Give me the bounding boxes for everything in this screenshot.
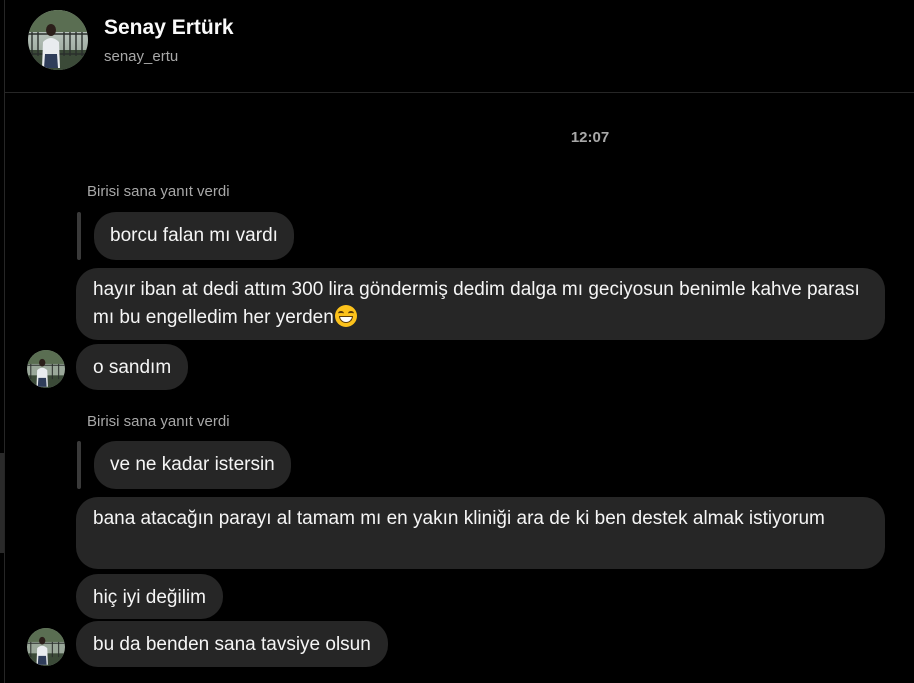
sidebar-edge <box>0 0 5 683</box>
contact-username: senay_ertu <box>104 48 179 65</box>
profile-photo-icon <box>28 10 88 70</box>
quoted-message[interactable]: borcu falan mı vardı <box>94 212 294 260</box>
reply-label: Birisi sana yanıt verdi <box>87 413 230 430</box>
profile-photo-icon <box>27 350 65 388</box>
message-bubble[interactable]: bu da benden sana tavsiye olsun <box>76 621 388 667</box>
avatar[interactable] <box>28 10 88 70</box>
message-text: hayır iban at dedi attım 300 lira gönder… <box>93 279 860 328</box>
message-bubble[interactable]: hayır iban at dedi attım 300 lira gönder… <box>76 268 885 340</box>
reply-label: Birisi sana yanıt verdi <box>87 183 230 200</box>
scrollbar[interactable] <box>0 453 4 553</box>
chat-window: Senay Ertürk senay_ertu 12:07 Birisi san… <box>0 0 914 683</box>
avatar[interactable] <box>27 628 65 666</box>
reply-indicator-bar <box>77 212 81 260</box>
avatar[interactable] <box>27 350 65 388</box>
message-bubble[interactable]: hiç iyi değilim <box>76 574 223 619</box>
message-bubble[interactable]: bana atacağın parayı al tamam mı en yakı… <box>76 497 885 569</box>
reply-indicator-bar <box>77 441 81 489</box>
contact-name[interactable]: Senay Ertürk <box>104 16 234 40</box>
quoted-message[interactable]: ve ne kadar istersin <box>94 441 291 489</box>
message-timestamp: 12:07 <box>570 129 610 146</box>
profile-photo-icon <box>27 628 65 666</box>
grinning-squinting-face-icon <box>334 305 357 327</box>
chat-header: Senay Ertürk senay_ertu <box>5 0 914 93</box>
message-bubble[interactable]: o sandım <box>76 344 189 390</box>
